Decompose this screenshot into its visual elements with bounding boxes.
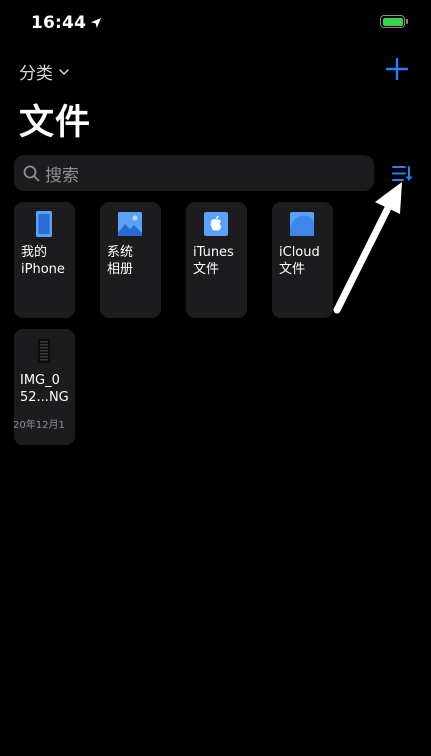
search-field[interactable]: 搜索 [14, 155, 374, 191]
annotation-arrow [333, 182, 402, 314]
location-tile-itunes[interactable]: iTunes 文件 [186, 202, 247, 318]
files-screen: 16:44 分类 文件 搜索 我的 iPhone 系统 相册 iTunes 文件… [0, 0, 431, 756]
location-tile-my-iphone[interactable]: 我的 iPhone [14, 202, 75, 318]
battery-icon [380, 15, 408, 28]
file-name: IMG_0 52...NG [20, 373, 69, 405]
image-file-icon [38, 339, 50, 363]
battery-tip [406, 19, 408, 24]
search-icon [23, 165, 40, 181]
cloud-icon [290, 212, 314, 236]
add-icon[interactable] [386, 58, 408, 80]
status-time-text: 16:44 [31, 13, 87, 33]
status-bar-time: 16:44 [31, 13, 102, 33]
category-label: 分类 [19, 64, 53, 84]
location-tile-photo-album[interactable]: 系统 相册 [100, 202, 161, 318]
iphone-icon [36, 211, 52, 237]
chevron-down-icon [59, 68, 69, 75]
photo-album-icon [118, 212, 142, 236]
category-menu-button[interactable]: 分类 [19, 59, 70, 84]
location-arrow-icon [91, 18, 102, 28]
location-label: iTunes 文件 [193, 245, 234, 277]
battery-fill [382, 17, 403, 26]
location-label: 我的 iPhone [21, 245, 65, 277]
apple-icon [204, 212, 228, 236]
location-tile-icloud[interactable]: iCloud 文件 [272, 202, 333, 318]
file-tile[interactable]: IMG_0 52...NG 20年12月1 [13, 329, 75, 445]
location-label: 系统 相册 [107, 245, 134, 277]
file-date: 20年12月1 [13, 420, 65, 431]
search-placeholder: 搜索 [45, 165, 79, 186]
page-title: 文件 [19, 103, 92, 143]
